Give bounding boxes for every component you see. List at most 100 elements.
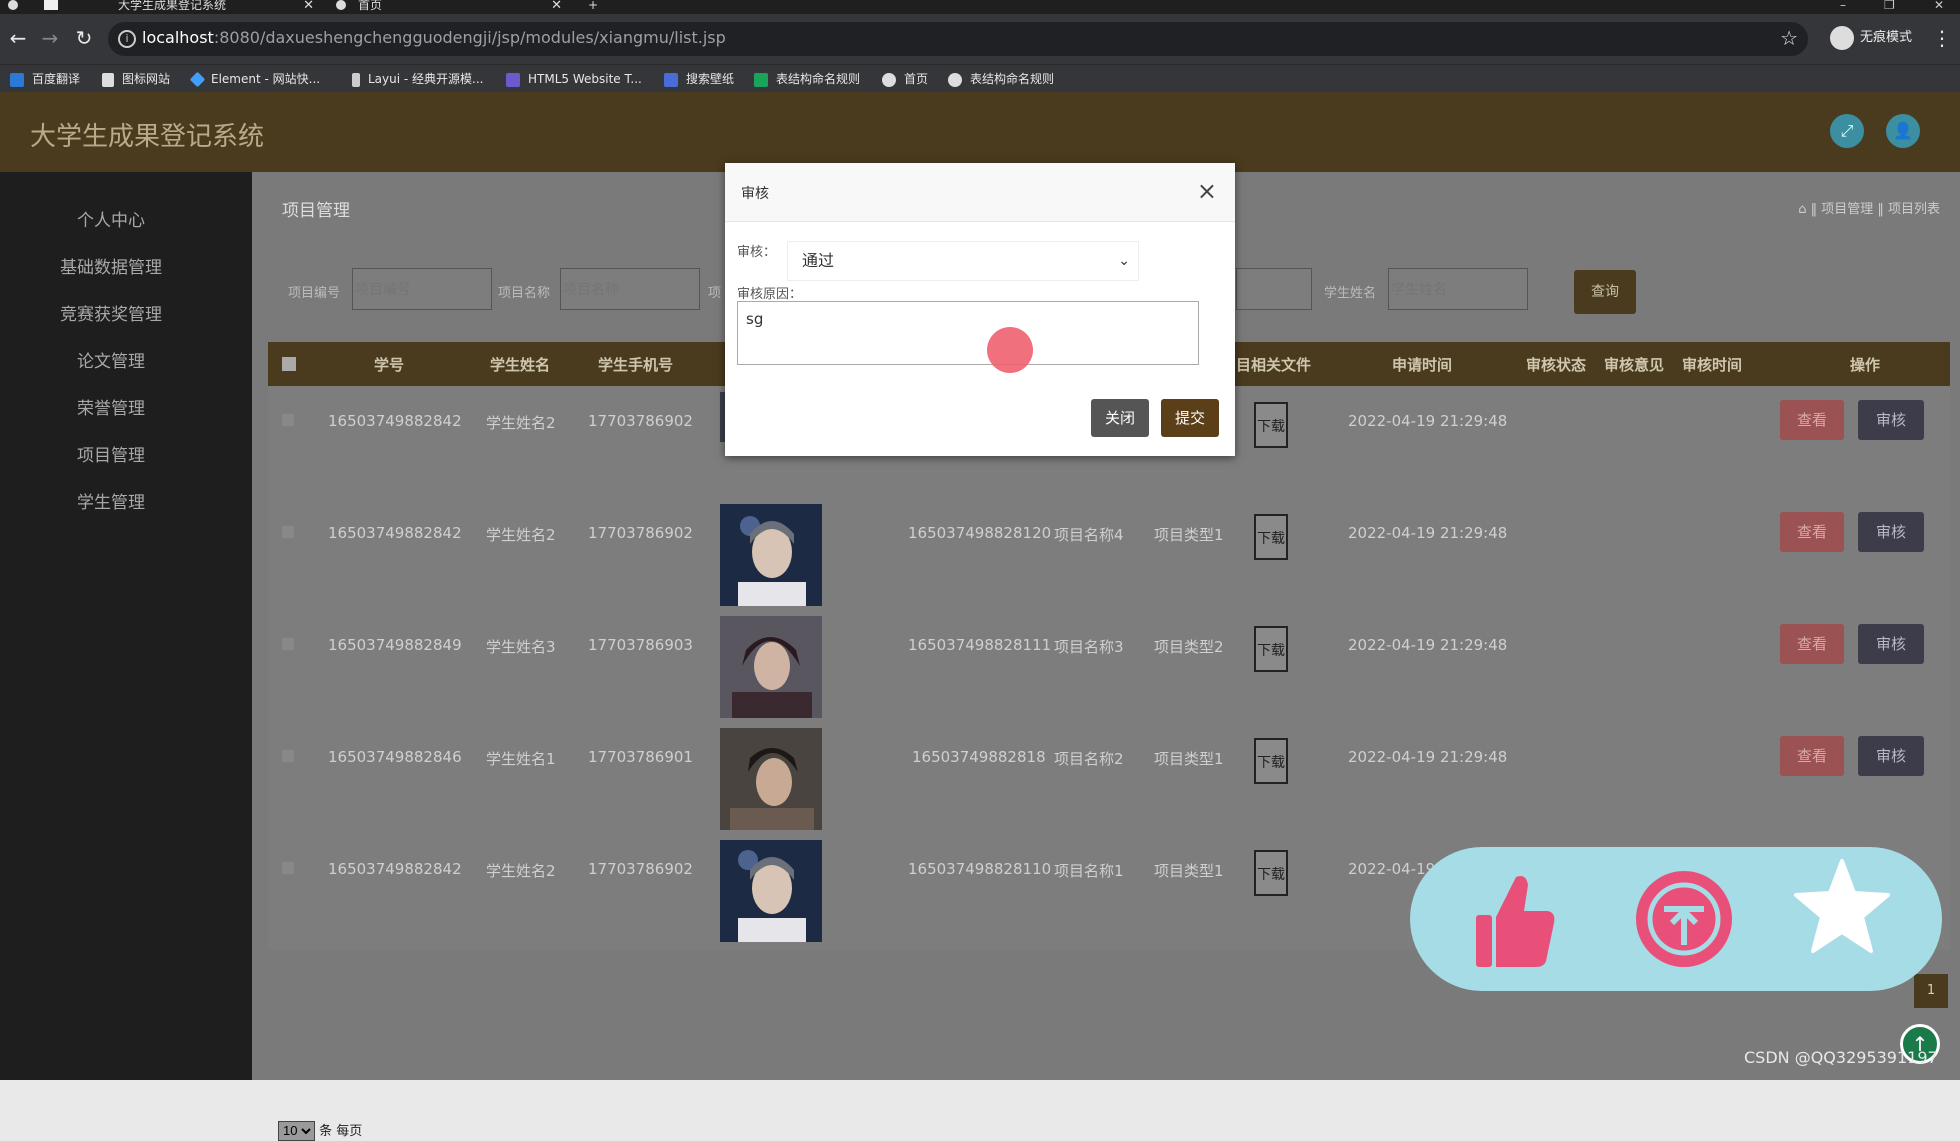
url-text[interactable]: localhost:8080/daxueshengchengguodengji/… [142,28,726,47]
bookmark-item[interactable]: 搜索壁纸 [664,70,734,88]
cell-student-id: 16503749882842 [328,860,462,878]
browser-menu-icon[interactable]: ⋮ [1932,26,1952,50]
page-number-button[interactable]: 1 [1914,974,1948,1008]
page-size-select[interactable]: 10 [278,1120,315,1141]
query-button[interactable]: 查询 [1574,270,1636,314]
bookmark-item[interactable]: 首页 [882,70,928,88]
cell-project-code: 16503749882818 [912,748,1046,766]
cell-apply-time: 2022-04-19 21:29:48 [1348,636,1508,654]
globe-icon [336,0,346,10]
audit-button[interactable]: 审核 [1858,624,1924,664]
table-row[interactable]: 16503749882842 学生姓名2 17703786902 1650374… [268,504,1950,616]
row-checkbox[interactable] [282,526,294,538]
sidebar-item-projects[interactable]: 项目管理 [0,441,222,466]
bookmark-item[interactable]: 表结构命名规则 [948,70,1054,88]
fullscreen-icon[interactable]: ⤢ [1830,114,1864,148]
page-title: 项目管理 [282,201,350,221]
browser-tab-bar: 大学生成果登记系统 ✕ 首页 ✕ + – ❐ ✕ [0,0,1960,14]
filter-label-code: 项目编号 [288,286,341,301]
row-checkbox[interactable] [282,414,294,426]
tab-home[interactable]: 首页 ✕ [336,0,562,14]
project-code-input[interactable] [352,268,492,310]
project-name-input[interactable] [560,268,700,310]
col-audit-opinion: 审核意见 [1604,356,1665,374]
bookmark-item[interactable]: 图标网站 [102,70,170,88]
bookmark-star-icon[interactable]: ☆ [1780,26,1798,50]
tab-active[interactable]: 大学生成果登记系统 ✕ [94,0,314,14]
cell-project-type: 项目类型1 [1154,862,1224,880]
audit-button[interactable]: 审核 [1858,512,1924,552]
forward-arrow-icon[interactable]: → [38,26,62,50]
app-header: 大学生成果登记系统 ⤢ 👤 [0,92,1960,172]
student-name-input[interactable] [1388,268,1528,310]
new-tab-icon[interactable]: + [588,0,604,14]
coin-icon[interactable] [1632,867,1736,975]
table-row[interactable]: 16503749882846 学生姓名1 17703786901 1650374… [268,728,1950,840]
student-photo [720,616,822,718]
sidebar-item-profile[interactable]: 个人中心 [0,206,222,231]
download-button[interactable]: 下载 [1254,626,1288,672]
sidebar-item-students[interactable]: 学生管理 [0,488,222,513]
sidebar-item-papers[interactable]: 论文管理 [0,347,222,372]
incognito-indicator[interactable]: 无痕模式 [1830,24,1912,52]
cell-phone: 17703786902 [588,524,693,542]
url-bar[interactable]: i localhost:8080/daxueshengchengguodengj… [108,22,1808,56]
view-button[interactable]: 查看 [1780,512,1844,552]
view-button[interactable]: 查看 [1780,736,1844,776]
minimize-icon[interactable]: – [1840,0,1846,11]
col-apply-time: 申请时间 [1392,356,1453,374]
download-button[interactable]: 下载 [1254,738,1288,784]
cell-project-code: 165037498828110 [908,860,1052,878]
download-button[interactable]: 下载 [1254,514,1288,560]
like-icon[interactable] [1472,871,1556,975]
download-button[interactable]: 下载 [1254,850,1288,896]
tab-title: 大学生成果登记系统 [118,0,227,12]
sidebar-item-basic-data[interactable]: 基础数据管理 [0,253,222,278]
click-indicator [987,327,1033,373]
sidebar-item-awards[interactable]: 竞赛获奖管理 [0,300,222,325]
audit-status-select[interactable]: 通过 ⌄ [787,241,1139,281]
view-button[interactable]: 查看 [1780,624,1844,664]
site-info-icon[interactable]: i [118,30,136,48]
col-actions: 操作 [1850,356,1881,374]
submit-button[interactable]: 提交 [1161,399,1219,437]
favorite-star-icon[interactable] [1792,857,1892,961]
close-button[interactable]: 关闭 [1091,399,1149,437]
tab-close-icon[interactable]: ✕ [551,0,562,12]
cell-student-name: 学生姓名1 [486,750,556,768]
table-row[interactable]: 16503749882849 学生姓名3 17703786903 1650374… [268,616,1950,728]
project-type-input[interactable] [1236,268,1312,310]
watermark: CSDN @QQ3295391197 [1744,1048,1938,1067]
bookmark-item[interactable]: Layui - 经典开源模... [352,70,483,88]
tab-search-icon[interactable] [44,0,62,14]
reload-icon[interactable]: ↻ [72,26,96,50]
download-button[interactable]: 下载 [1254,402,1288,448]
restore-icon[interactable]: ❐ [1884,0,1895,11]
bookmarks-bar: 百度翻译 图标网站 Element - 网站快... Layui - 经典开源模… [0,64,1960,93]
bookmark-item[interactable]: Element - 网站快... [189,70,320,88]
bookmark-item[interactable]: 百度翻译 [10,70,80,88]
audit-button[interactable]: 审核 [1858,400,1924,440]
dialog-header: 审核 × [725,163,1235,222]
browser-logo-icon [8,0,28,14]
view-button[interactable]: 查看 [1780,400,1844,440]
audit-button[interactable]: 审核 [1858,736,1924,776]
bookmark-item[interactable]: HTML5 Website T... [506,70,642,88]
tab-close-icon[interactable]: ✕ [303,0,314,12]
select-all-checkbox[interactable] [282,357,296,371]
row-checkbox[interactable] [282,638,294,650]
audit-reason-textarea[interactable]: sg [737,301,1199,365]
cell-project-type: 项目类型1 [1154,526,1224,544]
row-checkbox[interactable] [282,862,294,874]
app-title: 大学生成果登记系统 [30,122,265,152]
back-arrow-icon[interactable]: ← [6,26,30,50]
sidebar-item-honors[interactable]: 荣誉管理 [0,394,222,419]
bookmark-item[interactable]: 表结构命名规则 [754,70,860,88]
row-checkbox[interactable] [282,750,294,762]
reason-label: 审核原因： [737,287,803,302]
cell-student-name: 学生姓名2 [486,862,556,880]
audit-label: 审核： [737,245,777,260]
user-icon[interactable]: 👤 [1886,114,1920,148]
close-window-icon[interactable]: ✕ [1934,0,1944,11]
close-icon[interactable]: × [1197,177,1217,205]
